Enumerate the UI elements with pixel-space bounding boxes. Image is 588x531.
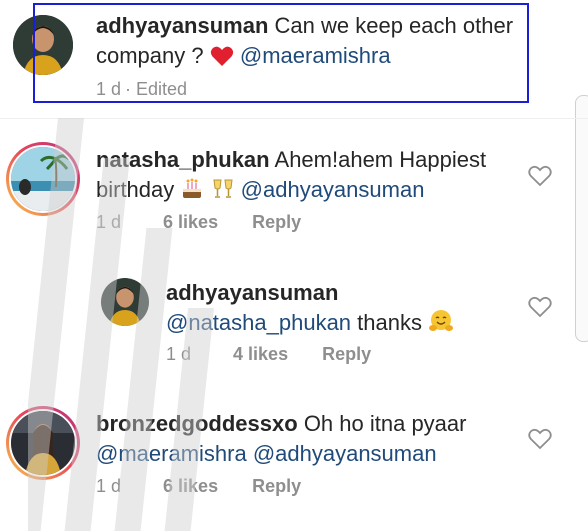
comment-time: 1 d: [96, 212, 122, 232]
avatar-photo: [11, 147, 75, 211]
clinking-glasses-icon: [211, 177, 235, 209]
comment-text: natasha_phukan Ahem!ahem Happiest birthd…: [96, 145, 516, 209]
comment-meta: 1 d 6 likes Reply: [96, 476, 335, 497]
highlight-box: [33, 3, 529, 103]
avatar[interactable]: [6, 142, 80, 216]
comment-body: Oh ho itna pyaar: [303, 411, 467, 436]
comment-meta: 1 d 6 likes Reply: [96, 212, 335, 233]
comment-text: bronzedgoddessxo Oh ho itna pyaar @maera…: [96, 409, 516, 469]
comment-time: 1 d: [96, 476, 122, 496]
comment-username[interactable]: adhyayansuman: [166, 280, 338, 305]
comment-mention[interactable]: @maeramishra @adhyayansuman: [96, 441, 437, 466]
comment-body: thanks: [357, 310, 422, 335]
comment-username[interactable]: natasha_phukan: [96, 147, 270, 172]
heart-outline-icon[interactable]: [528, 296, 552, 318]
comment-mention[interactable]: @adhyayansuman: [241, 177, 425, 202]
comment-time: 1 d: [166, 344, 192, 364]
comment-meta: 1 d 4 likes Reply: [166, 344, 405, 365]
birthday-cake-icon: [180, 177, 204, 209]
comment-text: adhyayansuman @natasha_phukan thanks: [166, 278, 506, 342]
comment-likes[interactable]: 6 likes: [163, 212, 218, 232]
avatar-photo: [101, 278, 149, 326]
avatar-photo: [11, 411, 75, 475]
reply-button[interactable]: Reply: [252, 476, 301, 496]
comment-likes[interactable]: 4 likes: [233, 344, 288, 364]
heart-outline-icon[interactable]: [528, 165, 552, 187]
avatar[interactable]: [101, 278, 149, 326]
hugging-face-icon: [428, 308, 454, 342]
scrollbar[interactable]: [575, 95, 588, 342]
reply-button[interactable]: Reply: [322, 344, 371, 364]
comment-mention[interactable]: @natasha_phukan: [166, 310, 351, 335]
comment-username[interactable]: bronzedgoddessxo: [96, 411, 298, 436]
divider: [0, 118, 588, 119]
heart-outline-icon[interactable]: [528, 428, 552, 450]
comment-likes[interactable]: 6 likes: [163, 476, 218, 496]
avatar[interactable]: [6, 406, 80, 480]
reply-button[interactable]: Reply: [252, 212, 301, 232]
